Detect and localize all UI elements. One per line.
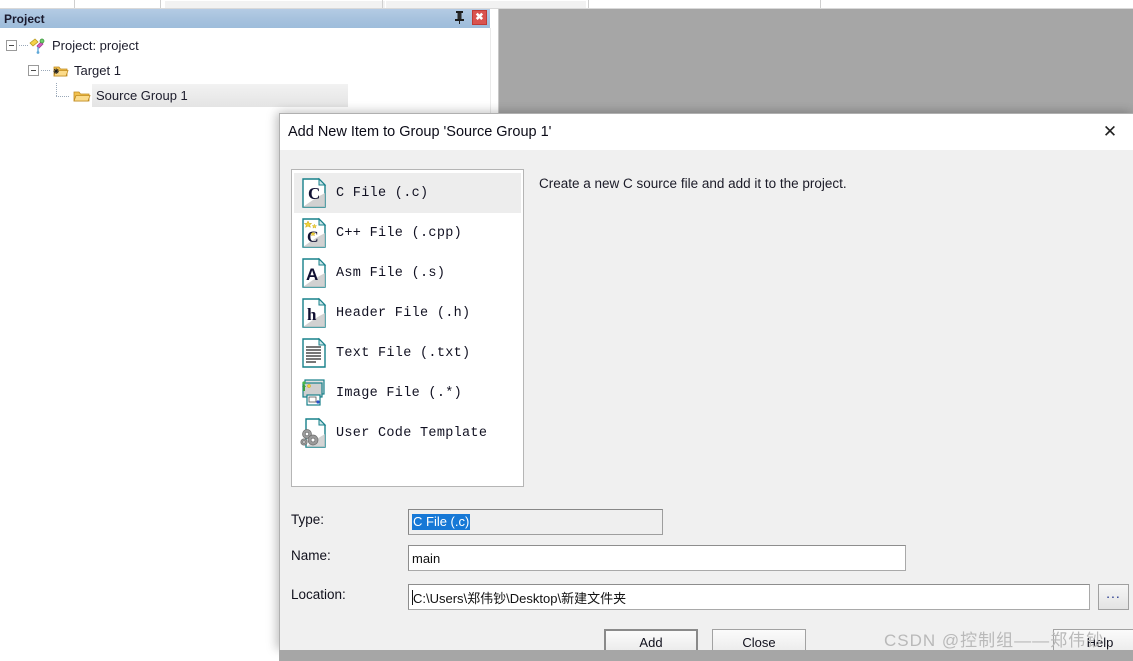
- project-panel-titlebar: Project ✖: [0, 9, 490, 28]
- dialog-close-icon[interactable]: ✕: [1087, 114, 1133, 149]
- tree-item-label: Project: project: [52, 38, 139, 53]
- cpp-file-icon: C: [300, 217, 328, 249]
- file-type-description: Create a new C source file and add it to…: [539, 176, 847, 191]
- user-code-template-icon: [300, 417, 328, 449]
- type-label: Type:: [291, 512, 325, 527]
- toolbar-separator: [820, 0, 821, 8]
- project-panel-titlebar-buttons: ✖: [453, 10, 487, 25]
- text-file-icon: [300, 337, 328, 369]
- location-label: Location:: [291, 587, 346, 602]
- type-field[interactable]: C File (.c): [408, 509, 663, 535]
- file-type-list[interactable]: C C File (.c) C C++ File (.cpp) A Asm Fi…: [291, 169, 524, 487]
- tree-connector: [41, 70, 50, 71]
- app-root: Project ✖ Project: project Target 1 Sour…: [0, 0, 1133, 661]
- file-type-label: Image File (.*): [336, 385, 463, 401]
- header-file-icon: h: [300, 297, 328, 329]
- c-file-icon: C: [300, 177, 328, 209]
- file-type-image[interactable]: Image File (.*): [294, 373, 521, 413]
- toolbar-group: [386, 1, 586, 8]
- expander-icon[interactable]: [28, 65, 39, 76]
- name-row: Name: main: [280, 545, 1133, 571]
- file-type-text[interactable]: Text File (.txt): [294, 333, 521, 373]
- file-type-cpp[interactable]: C C++ File (.cpp): [294, 213, 521, 253]
- dialog-titlebar: Add New Item to Group 'Source Group 1' ✕: [280, 114, 1133, 150]
- target-icon: [51, 63, 69, 79]
- top-toolbar-strip: [0, 0, 1133, 9]
- file-type-label: Asm File (.s): [336, 265, 446, 281]
- file-type-label: Header File (.h): [336, 305, 471, 321]
- folder-icon: [73, 88, 91, 104]
- svg-text:A: A: [306, 265, 318, 284]
- toolbar-separator: [74, 0, 75, 8]
- file-type-label: Text File (.txt): [336, 345, 471, 361]
- toolbar-separator: [588, 0, 589, 8]
- tree-connector: [19, 45, 28, 46]
- window-bottom-edge: [279, 650, 1133, 661]
- location-field[interactable]: C:\Users\郑伟钞\Desktop\新建文件夹: [408, 584, 1090, 610]
- type-row: Type: C File (.c): [280, 509, 1133, 535]
- tree-connector: [54, 82, 72, 103]
- pin-icon[interactable]: [453, 10, 466, 25]
- name-field[interactable]: main: [408, 545, 906, 571]
- project-icon: [29, 37, 47, 54]
- dialog-body: C C File (.c) C C++ File (.cpp) A Asm Fi…: [280, 150, 1133, 655]
- tree-item-source-group[interactable]: Source Group 1: [0, 82, 490, 108]
- type-field-value: C File (.c): [412, 514, 471, 530]
- file-type-label: User Code Template: [336, 425, 488, 441]
- file-type-label: C File (.c): [336, 185, 429, 201]
- tree-item-label: Source Group 1: [96, 88, 188, 103]
- svg-text:h: h: [307, 305, 317, 324]
- tree-item-target[interactable]: Target 1: [0, 58, 490, 83]
- file-type-label: C++ File (.cpp): [336, 225, 463, 241]
- name-field-value: main: [412, 550, 441, 566]
- toolbar-separator: [382, 0, 383, 8]
- file-type-header[interactable]: h Header File (.h): [294, 293, 521, 333]
- file-type-user-code-template[interactable]: User Code Template: [294, 413, 521, 453]
- tree-item-label-highlight: Source Group 1: [92, 84, 348, 107]
- location-row: Location: C:\Users\郑伟钞\Desktop\新建文件夹 ...: [280, 584, 1133, 610]
- svg-text:C: C: [308, 184, 320, 203]
- toolbar-group: [165, 1, 385, 8]
- location-field-value: C:\Users\郑伟钞\Desktop\新建文件夹: [413, 590, 627, 606]
- dialog-title: Add New Item to Group 'Source Group 1': [288, 124, 552, 140]
- project-panel-title: Project: [4, 11, 45, 26]
- name-label: Name:: [291, 548, 331, 563]
- close-icon[interactable]: ✖: [472, 10, 487, 25]
- add-new-item-dialog: Add New Item to Group 'Source Group 1' ✕…: [279, 113, 1133, 655]
- file-type-asm[interactable]: A Asm File (.s): [294, 253, 521, 293]
- browse-button[interactable]: ...: [1098, 584, 1129, 610]
- svg-text:C: C: [307, 229, 319, 246]
- toolbar-separator: [160, 0, 161, 8]
- asm-file-icon: A: [300, 257, 328, 289]
- tree-item-project[interactable]: Project: project: [0, 33, 490, 58]
- tree-item-label: Target 1: [74, 63, 121, 78]
- expander-icon[interactable]: [6, 40, 17, 51]
- image-file-icon: [300, 377, 328, 409]
- file-type-c[interactable]: C C File (.c): [294, 173, 521, 213]
